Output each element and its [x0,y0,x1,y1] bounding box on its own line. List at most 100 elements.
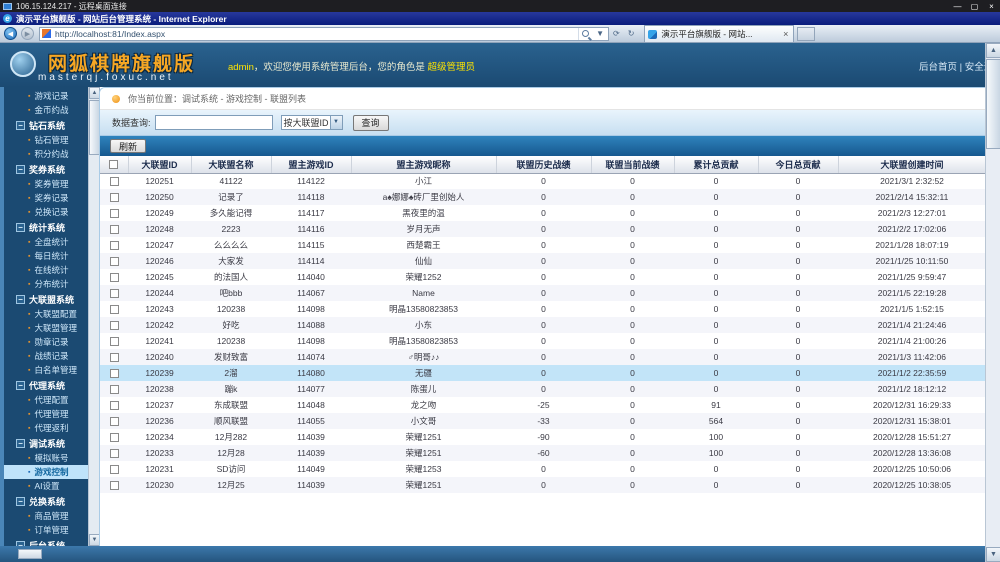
row-checkbox[interactable] [109,321,119,331]
sidebar-section-兑换系统[interactable]: − 兑换系统 [4,493,88,509]
sidebar-item-在线统计[interactable]: ▪ 在线统计 [4,263,88,277]
sidebar-section-调试系统[interactable]: − 调试系统 [4,435,88,451]
sidebar-item-商品管理[interactable]: ▪ 商品管理 [4,509,88,523]
query-button[interactable]: 查询 [352,114,389,131]
maximize-button[interactable]: ▢ [966,0,983,12]
table-cell: 114115 [297,240,325,250]
table-cell: 0 [630,448,635,458]
sidebar-item-积分约战[interactable]: ▪ 积分约战 [4,147,88,161]
row-checkbox[interactable] [109,257,119,267]
page-scrollbar[interactable]: ▲ ▼ [985,43,1000,562]
page-scrollbar-thumb[interactable] [986,59,1000,149]
sidebar-item-兑换记录[interactable]: ▪ 兑换记录 [4,205,88,219]
sidebar-label: 白名单管理 [34,365,77,375]
row-checkbox[interactable] [109,289,119,299]
sidebar-item-金币约战[interactable]: ▪ 金币约战 [4,103,88,117]
minimize-button[interactable]: — [949,0,966,12]
table-cell: 明晶13580823853 [388,304,458,314]
row-checkbox[interactable] [109,193,119,203]
sidebar-item-AI设置[interactable]: ▪ AI设置 [4,479,88,493]
sidebar-section-奖券系统[interactable]: − 奖券系统 [4,161,88,177]
table-cell: 120248 [145,224,174,234]
sidebar-section-钻石系统[interactable]: − 钻石系统 [4,117,88,133]
row-checkbox[interactable] [109,481,119,491]
sidebar-item-勋章记录[interactable]: ▪ 勋章记录 [4,335,88,349]
sidebar-item-代理配置[interactable]: ▪ 代理配置 [4,393,88,407]
sidebar-item-游戏控制[interactable]: ▪ 游戏控制 [4,465,88,479]
collapse-icon: − [16,120,25,130]
scroll-down-icon[interactable]: ▼ [986,547,1000,562]
row-checkbox[interactable] [109,385,119,395]
sidebar-item-游戏记录[interactable]: ▪ 游戏记录 [4,89,88,103]
refresh-button[interactable]: 刷新 [110,139,147,153]
row-checkbox[interactable] [109,177,119,187]
search-input[interactable] [154,115,273,130]
close-button[interactable]: × [983,0,1000,12]
row-checkbox[interactable] [109,225,119,235]
row-checkbox[interactable] [109,209,119,219]
sidebar-item-奖券管理[interactable]: ▪ 奖券管理 [4,177,88,191]
sidebar-item-大联盟管理[interactable]: ▪ 大联盟管理 [4,321,88,335]
sidebar-section-代理系统[interactable]: − 代理系统 [4,377,88,393]
row-checkbox[interactable] [109,449,119,459]
sidebar-label: 大联盟配置 [34,309,77,319]
sidebar-item-钻石管理[interactable]: ▪ 钻石管理 [4,133,88,147]
new-tab-button[interactable] [797,26,816,41]
sidebar-section-大联盟系统[interactable]: − 大联盟系统 [4,291,88,307]
search-type-select[interactable]: 按大联盟ID ▼ [280,115,343,130]
sidebar-item-每日统计[interactable]: ▪ 每日统计 [4,249,88,263]
checkbox-cell [100,477,128,493]
table-cell: 0 [541,480,546,490]
back-button[interactable]: ◀ [4,27,17,40]
row-checkbox[interactable] [109,337,119,347]
table-row: 120242 好吃 114088 小东 0 0 0 0 2021/1/4 21:24:46 [100,317,985,333]
sidebar-item-白名单管理[interactable]: ▪ 白名单管理 [4,363,88,377]
row-checkbox[interactable] [109,273,119,283]
forward-button[interactable]: ▶ [21,27,34,40]
tab-close-icon[interactable]: × [778,29,793,39]
row-checkbox[interactable] [109,369,119,379]
sidebar-item-模拟账号[interactable]: ▪ 模拟账号 [4,451,88,465]
checkbox-cell [100,317,128,333]
dropdown-icon[interactable]: ▼ [592,29,608,38]
row-checkbox[interactable] [109,305,119,315]
table-cell: 12月25 [217,480,245,490]
sidebar-item-奖券记录[interactable]: ▪ 奖券记录 [4,191,88,205]
row-checkbox[interactable] [109,433,119,443]
row-checkbox[interactable] [109,465,119,475]
browser-tab[interactable]: 演示平台旗舰版 - 网站... × [644,25,795,42]
compatibility-icon[interactable]: ⟳ [609,29,624,38]
table-cell: 0 [795,400,801,410]
row-checkbox[interactable] [109,417,119,427]
sidebar-item-订单管理[interactable]: ▪ 订单管理 [4,523,88,537]
sidebar-item-代理管理[interactable]: ▪ 代理管理 [4,407,88,421]
sidebar-section-统计系统[interactable]: − 统计系统 [4,219,88,235]
table-cell: 120249 [145,208,174,218]
sidebar-scrollbar[interactable]: ▲ ▼ [88,87,100,546]
refresh-icon[interactable]: ↻ [624,29,639,38]
table-cell: SD访问 [216,464,246,474]
sidebar-label: 代理管理 [34,409,69,419]
bullet-icon: ▪ [28,482,31,490]
sidebar-item-分布统计[interactable]: ▪ 分布统计 [4,277,88,291]
row-checkbox[interactable] [109,401,119,411]
collapse-icon: − [16,438,25,448]
select-all-checkbox[interactable] [109,160,119,170]
row-checkbox[interactable] [109,353,119,363]
sidebar-section-后台系统[interactable]: − 后台系统 [4,537,88,546]
header-nav-links[interactable]: 后台首页 | 安全退出 [919,59,985,73]
sidebar-item-全盘统计[interactable]: ▪ 全盘统计 [4,235,88,249]
table-cell: 荣耀1251 [405,432,442,442]
rdp-icon [3,2,12,10]
checkbox-cell [100,173,128,189]
table-cell: 0 [713,480,719,490]
table-cell: 0 [630,400,635,410]
row-checkbox[interactable] [109,241,119,251]
h-scrollbar-thumb[interactable] [18,549,42,559]
search-icon[interactable] [582,30,590,37]
address-field[interactable]: http://localhost:81/Index.aspx ▼ [39,26,609,41]
sidebar-item-大联盟配置[interactable]: ▪ 大联盟配置 [4,307,88,321]
scroll-up-icon[interactable]: ▲ [986,43,1000,58]
sidebar-item-战绩记录[interactable]: ▪ 战绩记录 [4,349,88,363]
sidebar-item-代理返利[interactable]: ▪ 代理返利 [4,421,88,435]
